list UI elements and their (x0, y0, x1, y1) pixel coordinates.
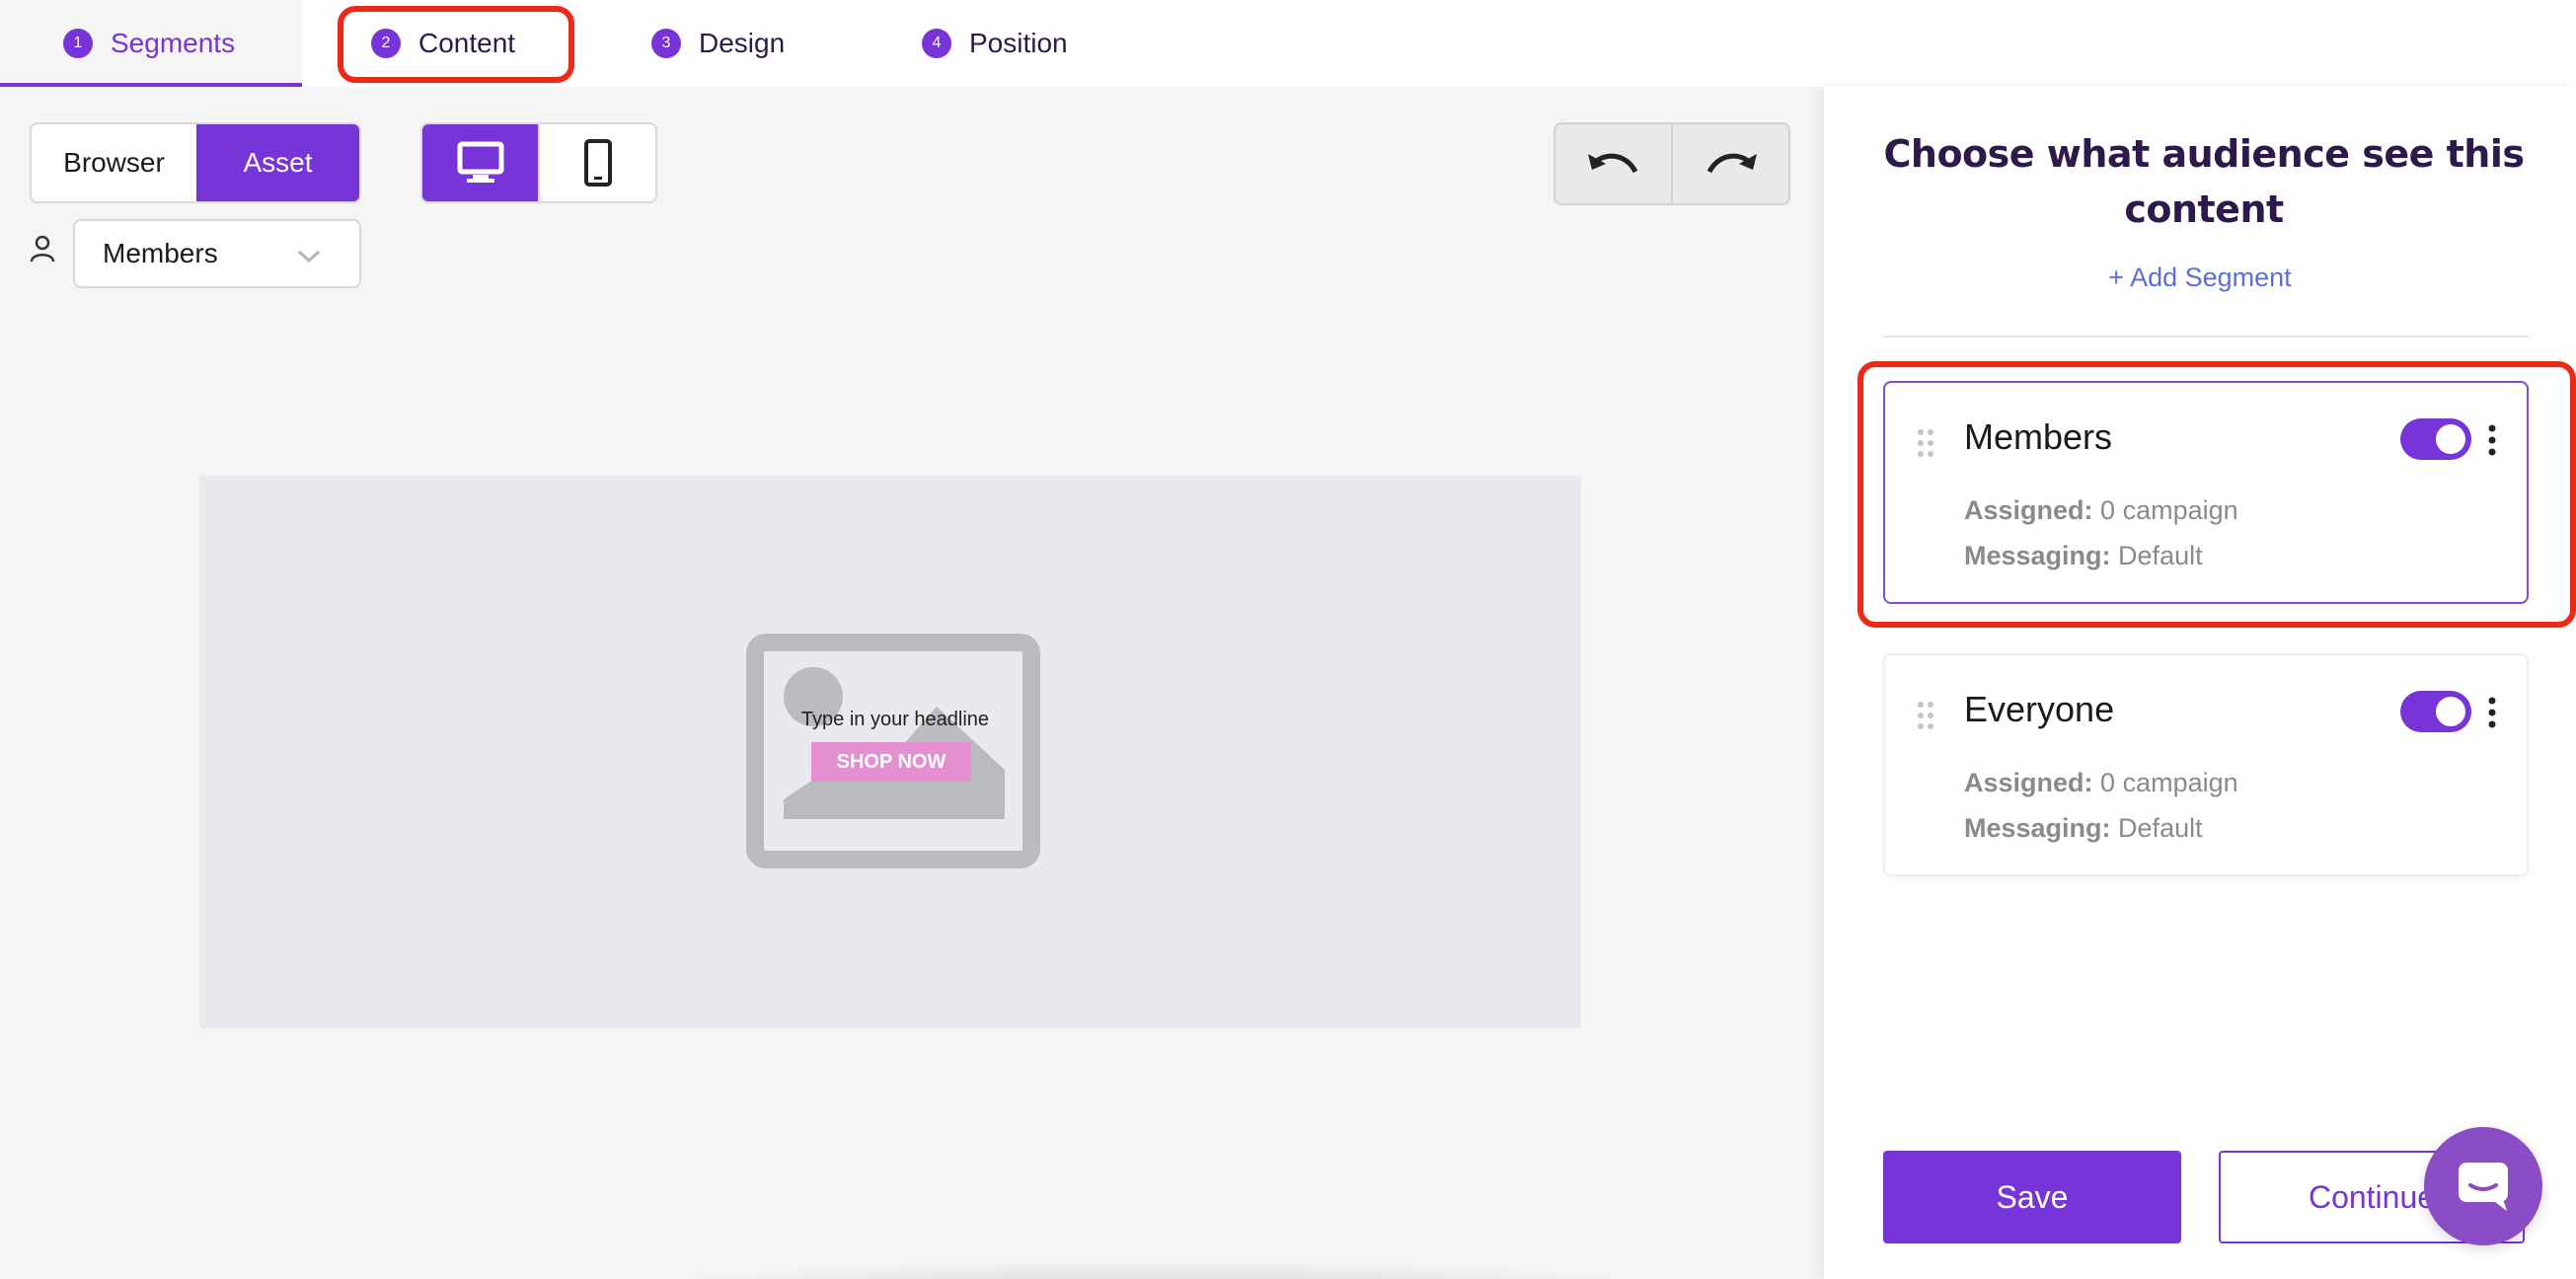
step-number: 4 (922, 29, 951, 58)
tab-label: Content (418, 28, 516, 58)
preview-headline: Type in your headline (800, 709, 990, 730)
step-tabs: 1 Segments 2 Content 3 Design 4 Position (0, 0, 2576, 87)
desktop-button[interactable] (422, 124, 538, 201)
save-button[interactable]: Save (1883, 1151, 2181, 1243)
panel-title: Choose what audience see this content (1883, 132, 2526, 231)
audience-panel: Choose what audience see this content + … (1824, 87, 2576, 1279)
tab-label: Design (699, 28, 786, 58)
messaging-label: Messaging: (1964, 541, 2111, 570)
segment-name: Members (1964, 416, 2113, 457)
audience-select[interactable]: Members (73, 219, 361, 288)
messaging-line: Messaging: Default (1964, 541, 2203, 571)
more-options-icon[interactable] (2485, 420, 2499, 460)
shop-now-button: SHOP NOW (811, 742, 971, 782)
add-segment-link[interactable]: + Add Segment (1824, 263, 2576, 293)
assigned-value: 0 campaign (2100, 495, 2238, 525)
asset-view-button[interactable]: Asset (196, 124, 359, 201)
assigned-label: Assigned: (1964, 495, 2093, 525)
assigned-label: Assigned: (1964, 768, 2093, 797)
segment-toggle[interactable] (2400, 691, 2471, 732)
preview-area: Browser Asset Members Type in your headl… (0, 87, 1824, 1279)
history-controls (1553, 122, 1790, 205)
assigned-value: 0 campaign (2100, 768, 2238, 797)
audience-select-value: Members (103, 238, 218, 268)
step-number: 2 (371, 29, 401, 58)
browser-view-button[interactable]: Browser (32, 124, 196, 201)
undo-button[interactable] (1555, 124, 1671, 203)
redo-icon (1706, 153, 1757, 174)
messaging-line: Messaging: Default (1964, 813, 2203, 844)
tab-segments[interactable]: 1 Segments (0, 0, 303, 87)
messaging-value: Default (2118, 541, 2203, 570)
tab-label: Position (969, 28, 1068, 58)
segment-toggle[interactable] (2400, 418, 2471, 460)
tab-design[interactable]: 3 Design (651, 0, 785, 87)
divider (1883, 336, 2529, 338)
bottom-shadow (612, 1259, 1698, 1279)
image-placeholder: Type in your headline SHOP NOW (746, 634, 1040, 868)
mobile-icon (583, 139, 612, 187)
step-number: 3 (651, 29, 681, 58)
assigned-line: Assigned: 0 campaign (1964, 768, 2238, 798)
asset-preview: Type in your headline SHOP NOW (199, 476, 1581, 1028)
messaging-label: Messaging: (1964, 813, 2111, 843)
segment-card-members[interactable]: Members Assigned: 0 campaign Messaging: … (1883, 381, 2529, 604)
view-toggle: Browser Asset (30, 122, 361, 203)
tab-content[interactable]: 2 Content (371, 0, 515, 87)
segment-card-everyone[interactable]: Everyone Assigned: 0 campaign Messaging:… (1883, 653, 2529, 876)
device-toggle (420, 122, 657, 203)
segment-name: Everyone (1964, 689, 2115, 729)
desktop-icon (457, 141, 503, 183)
messaging-value: Default (2118, 813, 2203, 843)
undo-icon (1587, 153, 1637, 174)
step-number: 1 (63, 29, 93, 58)
drag-handle-icon[interactable] (1917, 701, 1934, 730)
redo-button[interactable] (1671, 124, 1788, 203)
user-icon (30, 235, 55, 263)
chat-icon (2459, 1163, 2508, 1211)
chevron-down-icon (297, 250, 321, 263)
mobile-button[interactable] (538, 124, 655, 201)
more-options-icon[interactable] (2485, 693, 2499, 732)
assigned-line: Assigned: 0 campaign (1964, 495, 2238, 526)
chat-launcher[interactable] (2424, 1127, 2542, 1245)
tab-position[interactable]: 4 Position (922, 0, 1068, 87)
drag-handle-icon[interactable] (1917, 428, 1934, 458)
tab-label: Segments (111, 28, 236, 58)
